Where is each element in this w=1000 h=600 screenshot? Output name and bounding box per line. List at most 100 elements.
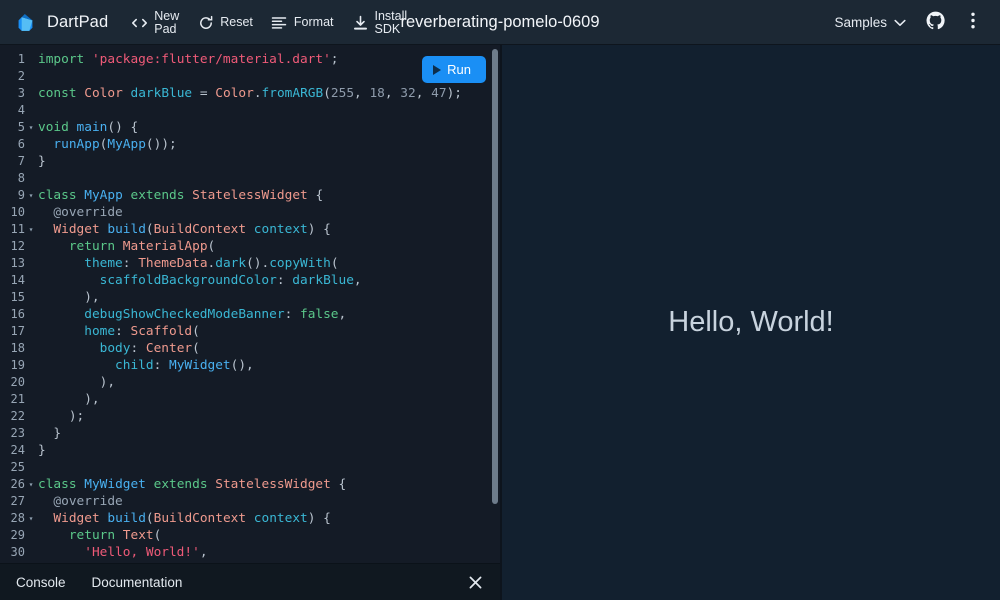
line-number: 20 (0, 374, 26, 391)
code-line: 18 body: Center( (0, 340, 500, 357)
line-number: 11 (0, 221, 26, 238)
preview-pane: Hello, World! (502, 45, 1000, 600)
line-number: 16 (0, 306, 26, 323)
run-button[interactable]: Run (422, 56, 486, 83)
github-icon (926, 11, 945, 35)
code-text: body: Center( (36, 340, 200, 357)
new-pad-label: New Pad (154, 10, 179, 36)
fold-toggle-icon[interactable]: ▾ (26, 119, 36, 136)
code-text: ), (36, 289, 100, 306)
main-body: 1import 'package:flutter/material.dart';… (0, 45, 1000, 600)
code-line: 9▾class MyApp extends StatelessWidget { (0, 187, 500, 204)
code-line: 14 scaffoldBackgroundColor: darkBlue, (0, 272, 500, 289)
code-line: 10 @override (0, 204, 500, 221)
code-brackets-icon (131, 14, 148, 31)
code-text: import 'package:flutter/material.dart'; (36, 51, 339, 68)
tab-console[interactable]: Console (16, 571, 66, 594)
code-text: ), (36, 391, 100, 408)
line-number: 7 (0, 153, 26, 170)
fold-toggle-icon[interactable]: ▾ (26, 510, 36, 527)
chevron-down-icon (894, 15, 906, 30)
line-number: 18 (0, 340, 26, 357)
line-number: 12 (0, 238, 26, 255)
code-text: ); (36, 408, 84, 425)
code-text: theme: ThemeData.dark().copyWith( (36, 255, 339, 272)
code-text: Widget build(BuildContext context) { (36, 221, 331, 238)
format-button[interactable]: Format (262, 0, 343, 45)
reset-button[interactable]: Reset (188, 0, 262, 45)
dart-logo-icon (16, 12, 38, 34)
fold-toggle-icon[interactable]: ▾ (26, 221, 36, 238)
line-number: 21 (0, 391, 26, 408)
line-number: 15 (0, 289, 26, 306)
code-text: debugShowCheckedModeBanner: false, (36, 306, 346, 323)
line-number: 3 (0, 85, 26, 102)
code-text: 'Hello, World!', (36, 544, 208, 561)
code-line: 25 (0, 459, 500, 476)
code-line: 26▾class MyWidget extends StatelessWidge… (0, 476, 500, 493)
code-line: 29 return Text( (0, 527, 500, 544)
line-number: 6 (0, 136, 26, 153)
code-text: ), (36, 374, 115, 391)
code-line: 8 (0, 170, 500, 187)
code-text: child: MyWidget(), (36, 357, 254, 374)
code-line: 19 child: MyWidget(), (0, 357, 500, 374)
code-text: runApp(MyApp()); (36, 136, 177, 153)
code-text: return Text( (36, 527, 161, 544)
code-line: 24} (0, 442, 500, 459)
github-link-button[interactable] (918, 6, 952, 40)
line-number: 19 (0, 357, 26, 374)
close-icon[interactable] (464, 571, 486, 593)
code-text: scaffoldBackgroundColor: darkBlue, (36, 272, 362, 289)
code-text: return MaterialApp( (36, 238, 215, 255)
code-line: 3const Color darkBlue = Color.fromARGB(2… (0, 85, 500, 102)
code-text: } (36, 153, 46, 170)
fold-toggle-icon[interactable]: ▾ (26, 187, 36, 204)
editor-scrollbar[interactable] (492, 49, 498, 504)
code-line: 5▾void main() { (0, 119, 500, 136)
tab-documentation[interactable]: Documentation (92, 571, 183, 594)
code-lines-container: 1import 'package:flutter/material.dart';… (0, 45, 500, 600)
samples-dropdown[interactable]: Samples (826, 9, 914, 36)
fold-toggle-icon[interactable]: ▾ (26, 476, 36, 493)
overflow-menu-button[interactable] (956, 6, 990, 40)
line-number: 27 (0, 493, 26, 510)
code-editor-pane: 1import 'package:flutter/material.dart';… (0, 45, 500, 600)
line-number: 13 (0, 255, 26, 272)
code-text: class MyWidget extends StatelessWidget { (36, 476, 346, 493)
brand-name: DartPad (47, 13, 108, 32)
samples-label: Samples (834, 15, 887, 30)
line-number: 29 (0, 527, 26, 544)
code-line: 7} (0, 153, 500, 170)
line-number: 24 (0, 442, 26, 459)
line-number: 28 (0, 510, 26, 527)
code-line: 21 ), (0, 391, 500, 408)
code-text: } (36, 442, 46, 459)
code-line: 16 debugShowCheckedModeBanner: false, (0, 306, 500, 323)
line-number: 23 (0, 425, 26, 442)
new-pad-button[interactable]: New Pad (122, 0, 188, 45)
line-number: 2 (0, 68, 26, 85)
code-area[interactable]: 1import 'package:flutter/material.dart';… (0, 45, 500, 600)
install-sdk-label: Install SDK (375, 10, 408, 36)
preview-output-text: Hello, World! (668, 306, 833, 339)
header-right-group: Samples (826, 6, 990, 40)
line-number: 17 (0, 323, 26, 340)
line-number: 14 (0, 272, 26, 289)
download-icon (352, 14, 369, 31)
code-text: @override (36, 493, 123, 510)
line-number: 5 (0, 119, 26, 136)
install-sdk-button[interactable]: Install SDK (343, 0, 417, 45)
code-line: 13 theme: ThemeData.dark().copyWith( (0, 255, 500, 272)
code-line: 20 ), (0, 374, 500, 391)
line-number: 10 (0, 204, 26, 221)
app-header: DartPad New Pad Reset (0, 0, 1000, 45)
code-text: home: Scaffold( (36, 323, 200, 340)
code-line: 30 'Hello, World!', (0, 544, 500, 561)
code-line: 6 runApp(MyApp()); (0, 136, 500, 153)
reset-label: Reset (220, 16, 253, 29)
code-line: 28▾ Widget build(BuildContext context) { (0, 510, 500, 527)
line-number: 25 (0, 459, 26, 476)
line-number: 22 (0, 408, 26, 425)
brand: DartPad (16, 12, 108, 34)
